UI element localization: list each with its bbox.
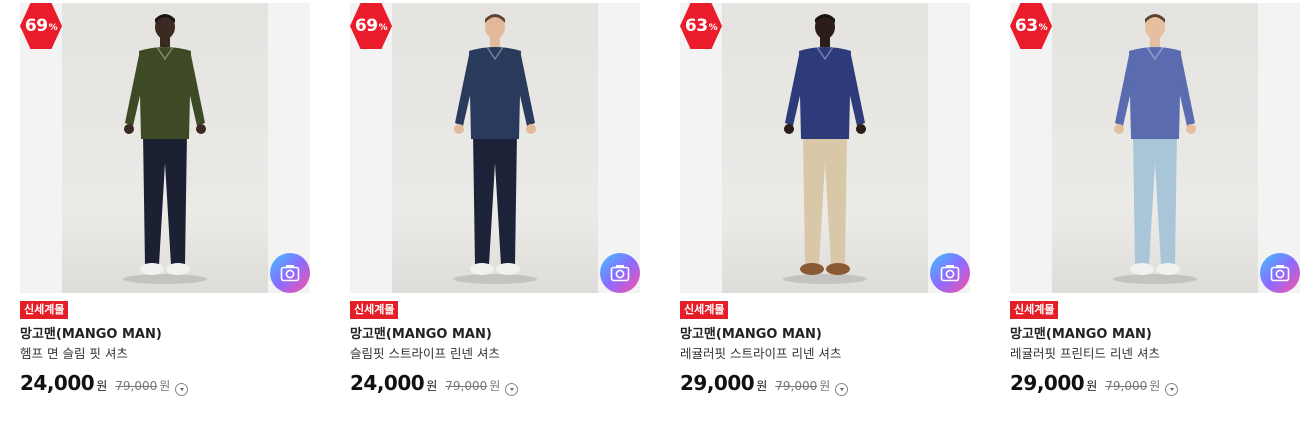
discount-badge: 63%	[680, 3, 722, 49]
original-currency: 원	[489, 379, 501, 393]
original-currency: 원	[819, 379, 831, 393]
shirt	[1129, 47, 1181, 139]
currency-unit: 원	[1086, 379, 1098, 393]
left-shoe	[470, 263, 494, 275]
floor-shadow	[453, 274, 537, 284]
discount-value: 69	[354, 16, 378, 36]
camera-search-icon[interactable]	[600, 253, 640, 293]
brand-name[interactable]: 망고맨(MANGO MAN)	[350, 326, 640, 343]
camera-search-icon[interactable]	[270, 253, 310, 293]
brand-name[interactable]: 망고맨(MANGO MAN)	[1010, 326, 1300, 343]
product-title[interactable]: 레귤러핏 프린티드 리넨 셔츠	[1010, 346, 1300, 362]
right-shoe	[826, 263, 850, 275]
floor-shadow	[123, 274, 207, 284]
sale-price: 29,000	[1010, 371, 1085, 395]
discount-value: 63	[684, 16, 708, 36]
brand-name[interactable]: 망고맨(MANGO MAN)	[680, 326, 970, 343]
model-photo	[453, 14, 537, 284]
original-price: 79,000	[1105, 379, 1148, 393]
original-currency: 원	[1149, 379, 1161, 393]
product-image[interactable]: 63%	[680, 3, 970, 293]
model-photo	[783, 14, 867, 284]
pants	[1133, 133, 1177, 265]
product-card[interactable]: 69% 신세계몰 망고맨(MANGO MAN) 헴프 면 슬림 핏 셔츠 24,…	[20, 3, 310, 396]
store-badge: 신세계몰	[680, 301, 729, 319]
shirt	[799, 47, 851, 139]
right-shoe	[166, 263, 190, 275]
sale-price: 29,000	[680, 371, 755, 395]
discount-badge: 69%	[20, 3, 62, 49]
product-card[interactable]: 69% 신세계몰 망고맨(MANGO MAN) 슬림핏 스트라이프 린넨 셔츠 …	[350, 3, 640, 396]
discount-badge: 63%	[1010, 3, 1052, 49]
store-badge: 신세계몰	[20, 301, 69, 319]
model-photo	[123, 14, 207, 284]
product-image[interactable]: 69%	[350, 3, 640, 293]
product-title[interactable]: 레귤러핏 스트라이프 리넨 셔츠	[680, 346, 970, 362]
discount-unit: %	[708, 23, 718, 33]
right-shoe	[1156, 263, 1180, 275]
shirt	[139, 47, 191, 139]
discount-value: 69	[24, 16, 48, 36]
pants	[143, 133, 187, 265]
shirt	[469, 47, 521, 139]
original-price: 79,000	[775, 379, 818, 393]
floor-shadow	[1113, 274, 1197, 284]
sale-price: 24,000	[20, 371, 95, 395]
right-hand	[526, 124, 536, 134]
right-hand	[856, 124, 866, 134]
discount-unit: %	[1038, 23, 1048, 33]
left-hand	[454, 124, 464, 134]
left-shoe	[1130, 263, 1154, 275]
right-shoe	[496, 263, 520, 275]
discount-badge: 69%	[350, 3, 392, 49]
product-title[interactable]: 슬림핏 스트라이프 린넨 셔츠	[350, 346, 640, 362]
price-info-icon[interactable]	[1165, 383, 1179, 396]
left-hand	[1114, 124, 1124, 134]
product-card[interactable]: 63% 신세계몰 망고맨(MANGO MAN) 레귤러핏 프린티드 리넨 셔츠 …	[1010, 3, 1300, 396]
sale-price: 24,000	[350, 371, 425, 395]
discount-value: 63	[1014, 16, 1038, 36]
camera-search-icon[interactable]	[930, 253, 970, 293]
left-hand	[124, 124, 134, 134]
right-hand	[196, 124, 206, 134]
left-hand	[784, 124, 794, 134]
product-image[interactable]: 69%	[20, 3, 310, 293]
floor-shadow	[783, 274, 867, 284]
price-row: 29,000 원 79,000 원	[1010, 371, 1300, 396]
product-image[interactable]: 63%	[1010, 3, 1300, 293]
left-shoe	[800, 263, 824, 275]
right-hand	[1186, 124, 1196, 134]
pants	[803, 133, 847, 265]
left-shoe	[140, 263, 164, 275]
model-photo	[1113, 14, 1197, 284]
price-row: 24,000 원 79,000 원	[20, 371, 310, 396]
original-price: 79,000	[115, 379, 158, 393]
original-price: 79,000	[445, 379, 488, 393]
currency-unit: 원	[756, 379, 768, 393]
product-title[interactable]: 헴프 면 슬림 핏 셔츠	[20, 346, 310, 362]
store-badge: 신세계몰	[350, 301, 399, 319]
price-row: 24,000 원 79,000 원	[350, 371, 640, 396]
discount-unit: %	[378, 23, 388, 33]
product-grid: 69% 신세계몰 망고맨(MANGO MAN) 헴프 면 슬림 핏 셔츠 24,…	[0, 0, 1303, 432]
camera-search-icon[interactable]	[1260, 253, 1300, 293]
price-row: 29,000 원 79,000 원	[680, 371, 970, 396]
store-badge: 신세계몰	[1010, 301, 1059, 319]
currency-unit: 원	[96, 379, 108, 393]
brand-name[interactable]: 망고맨(MANGO MAN)	[20, 326, 310, 343]
original-currency: 원	[159, 379, 171, 393]
price-info-icon[interactable]	[175, 383, 189, 396]
pants	[473, 133, 517, 265]
discount-unit: %	[48, 23, 58, 33]
currency-unit: 원	[426, 379, 438, 393]
product-card[interactable]: 63% 신세계몰 망고맨(MANGO MAN) 레귤러핏 스트라이프 리넨 셔츠…	[680, 3, 970, 396]
price-info-icon[interactable]	[505, 383, 519, 396]
price-info-icon[interactable]	[835, 383, 849, 396]
